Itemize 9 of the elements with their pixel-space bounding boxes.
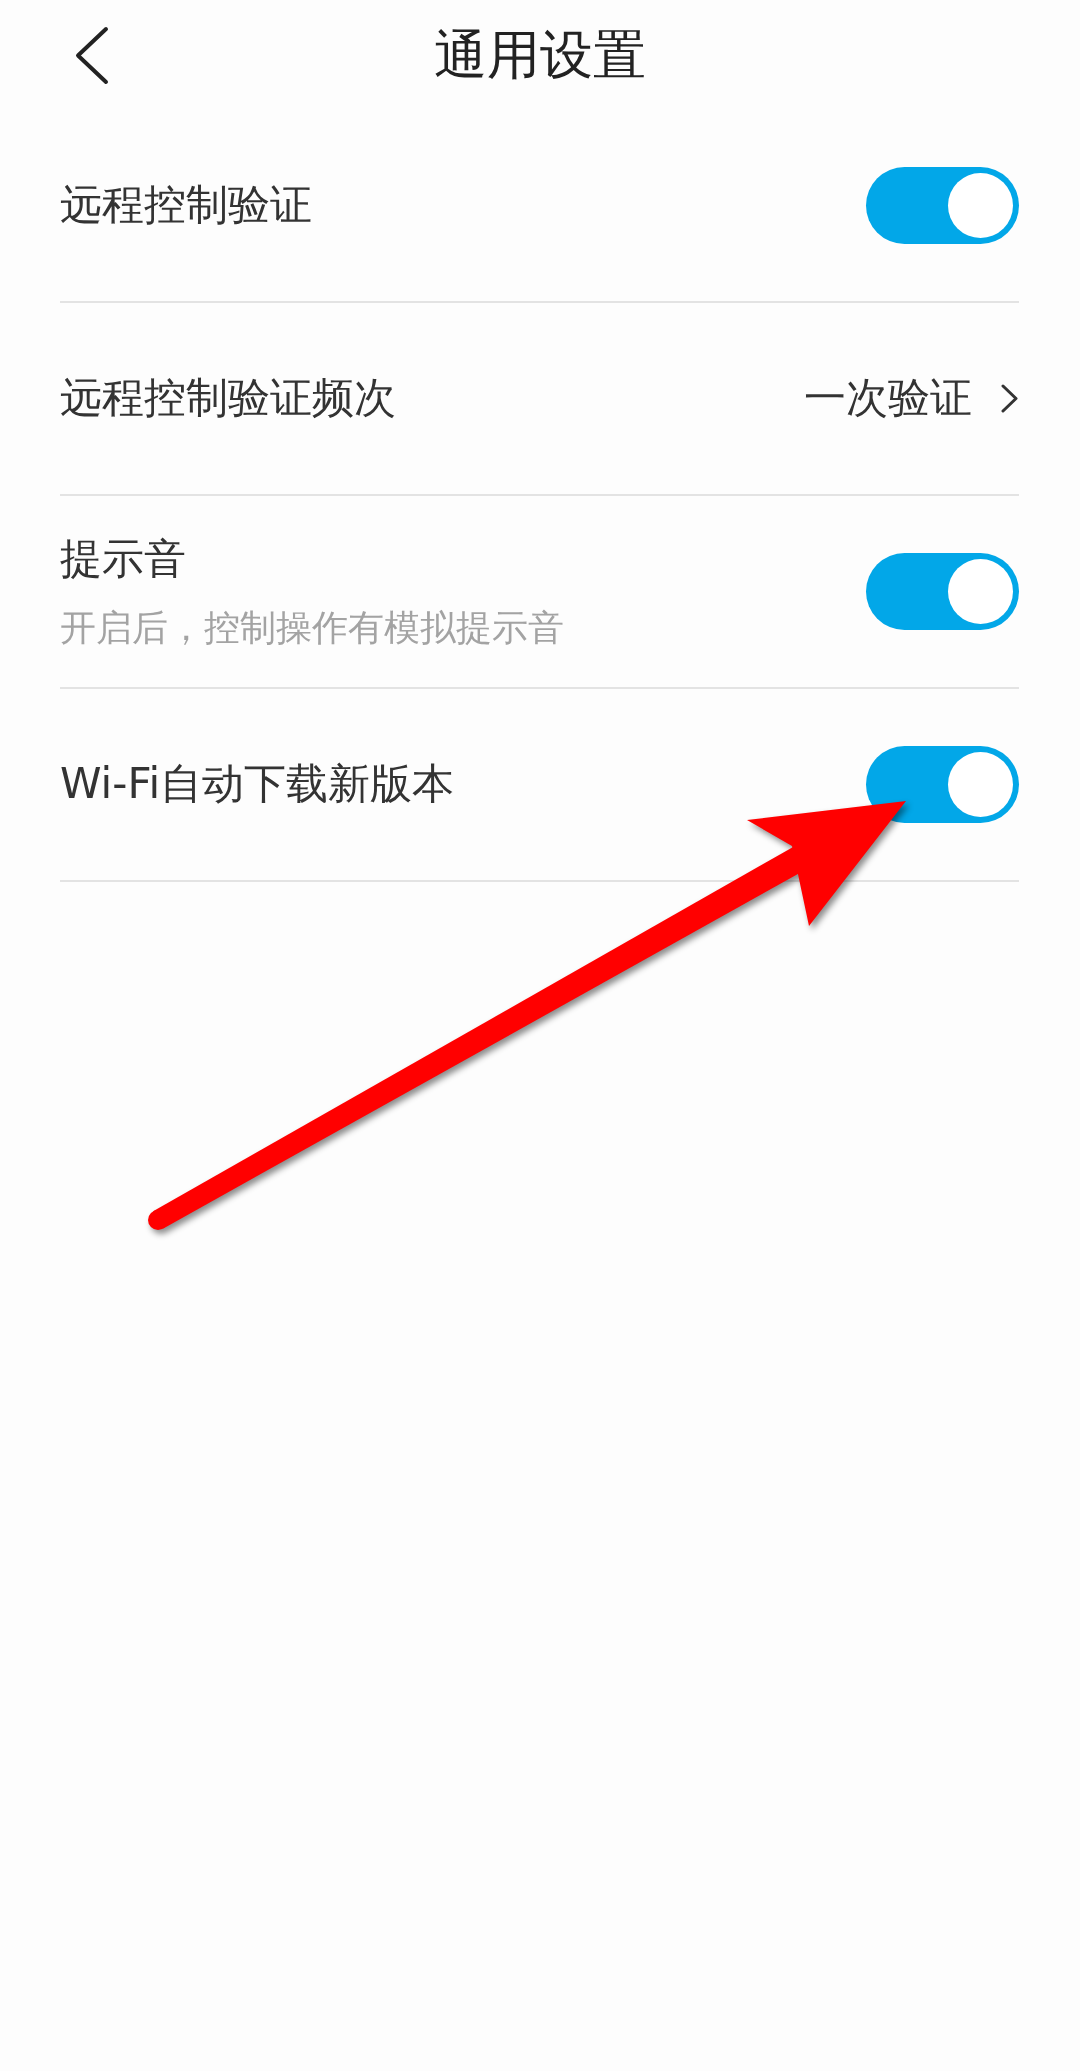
page-title: 通用设置 [434,23,646,87]
setting-value: 一次验证 [804,372,972,425]
back-icon[interactable] [74,25,109,85]
setting-label: 提示音 [60,532,187,585]
setting-label: 远程控制验证频次 [60,372,396,425]
setting-label: Wi-Fi自动下载新版本 [60,758,455,811]
setting-label: 远程控制验证 [60,179,312,232]
chevron-right-icon[interactable] [1000,383,1019,414]
setting-description: 开启后，控制操作有模拟提示音 [60,606,564,651]
